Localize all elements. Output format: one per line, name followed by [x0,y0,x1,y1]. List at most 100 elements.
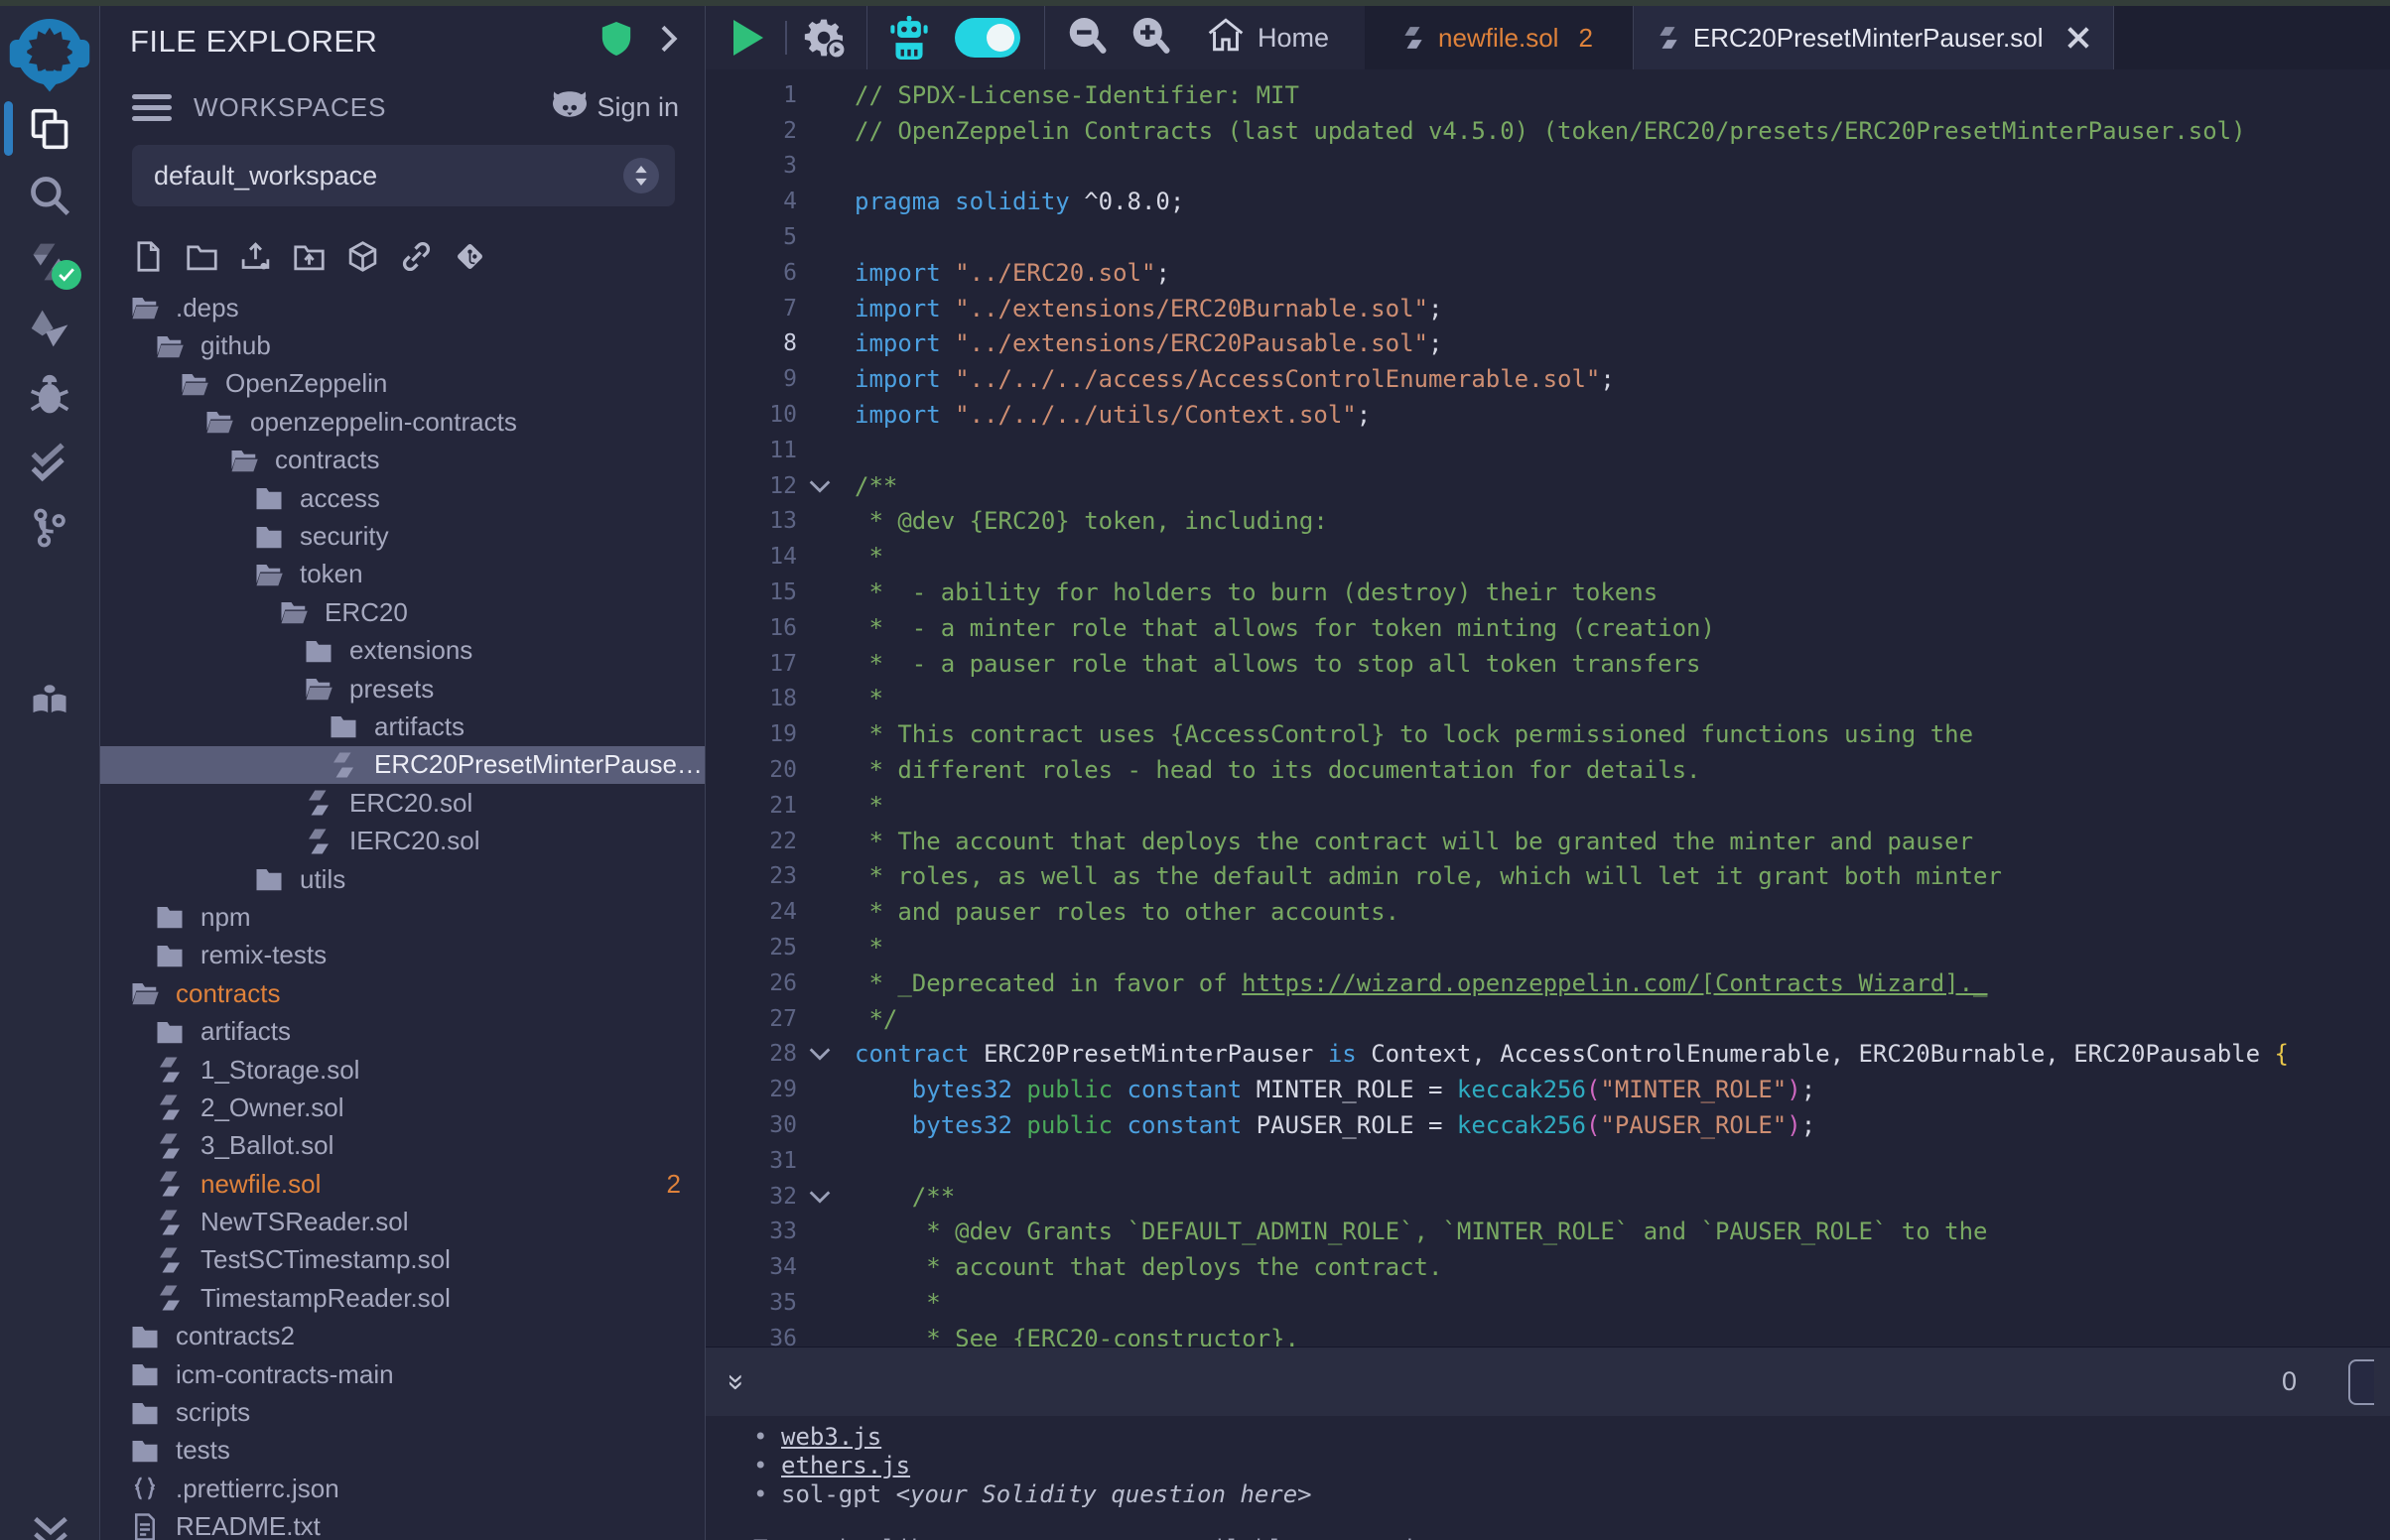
tree-folder-access[interactable]: access [100,479,705,517]
fold-chevron-icon[interactable] [797,479,843,493]
fold-chevron-icon[interactable] [797,1047,843,1061]
code-line-10[interactable]: 10 import "../../../utils/Context.sol"; [706,397,2390,433]
tree-folder-presets[interactable]: presets [100,670,705,707]
tree-folder-remix-tests[interactable]: remix-tests [100,937,705,974]
ai-copilot-robot-icon[interactable] [877,6,941,69]
tree-folder-openzeppelin-contracts[interactable]: openzeppelin-contracts [100,403,705,441]
tree-file-ERC20PresetMinterPauser...[interactable]: ERC20PresetMinterPauser... [100,746,705,784]
tree-folder-contracts[interactable]: contracts [100,974,705,1012]
terminal-expand-icon[interactable]: » [720,1365,753,1399]
terminal-link[interactable]: ethers.js [781,1452,910,1479]
code-line-25[interactable]: 25 * [706,930,2390,965]
tree-folder-artifacts[interactable]: artifacts [100,1012,705,1050]
link-icon[interactable] [400,240,433,273]
code-line-12[interactable]: 12 /** [706,468,2390,504]
script-config-icon[interactable] [793,6,857,69]
tree-folder-OpenZeppelin[interactable]: OpenZeppelin [100,365,705,403]
zoom-in-icon[interactable] [1119,6,1182,69]
new-folder-icon[interactable] [186,240,218,273]
tree-folder-tests[interactable]: tests [100,1432,705,1470]
code-line-13[interactable]: 13 * @dev {ERC20} token, including: [706,504,2390,540]
code-line-8[interactable]: 8 import "../extensions/ERC20Pausable.so… [706,326,2390,362]
code-line-27[interactable]: 27 */ [706,1001,2390,1037]
git-diamond-icon[interactable] [454,240,486,273]
tree-folder-npm[interactable]: npm [100,898,705,936]
tab-home[interactable]: Home [1182,18,1355,59]
fold-chevron-icon[interactable] [797,1190,843,1204]
code-line-4[interactable]: 4 pragma solidity ^0.8.0; [706,184,2390,219]
tree-file-1_Storage.sol[interactable]: 1_Storage.sol [100,1051,705,1089]
code-line-19[interactable]: 19 * This contract uses {AccessControl} … [706,716,2390,752]
code-line-26[interactable]: 26 * _Deprecated in favor of https://wiz… [706,965,2390,1001]
tree-folder-github[interactable]: github [100,326,705,364]
ai-copilot-toggle[interactable] [955,18,1020,58]
code-line-23[interactable]: 23 * roles, as well as the default admin… [706,859,2390,895]
code-line-16[interactable]: 16 * - a minter role that allows for tok… [706,610,2390,646]
tree-file-README.txt[interactable]: README.txt [100,1508,705,1540]
tree-folder-utils[interactable]: utils [100,860,705,898]
chevron-right-icon[interactable] [657,24,679,59]
code-line-24[interactable]: 24 * and pauser roles to other accounts. [706,894,2390,930]
tree-folder-icm-contracts-main[interactable]: icm-contracts-main [100,1355,705,1393]
tree-folder-scripts[interactable]: scripts [100,1393,705,1431]
code-line-29[interactable]: 29 bytes32 public constant MINTER_ROLE =… [706,1072,2390,1107]
rail-deploy-run[interactable] [0,295,100,361]
terminal-link[interactable]: web3.js [781,1423,881,1451]
tree-folder-contracts[interactable]: contracts [100,442,705,479]
code-line-3[interactable]: 3 [706,149,2390,185]
rail-git[interactable] [0,494,100,561]
tree-file-newfile.sol[interactable]: newfile.sol2 [100,1165,705,1203]
tree-file-3_Ballot.sol[interactable]: 3_Ballot.sol [100,1127,705,1165]
terminal-search-input[interactable] [2348,1359,2374,1405]
code-line-28[interactable]: 28 contract ERC20PresetMinterPauser is C… [706,1037,2390,1073]
workspace-select[interactable]: default_workspace [132,145,675,206]
code-line-6[interactable]: 6 import "../ERC20.sol"; [706,255,2390,291]
code-line-9[interactable]: 9 import "../../../access/AccessControlE… [706,361,2390,397]
tree-file-IERC20.sol[interactable]: IERC20.sol [100,822,705,859]
tree-file-NewTSReader.sol[interactable]: NewTSReader.sol [100,1203,705,1240]
code-line-32[interactable]: 32 /** [706,1179,2390,1215]
tree-folder-artifacts[interactable]: artifacts [100,707,705,745]
code-line-33[interactable]: 33 * @dev Grants `DEFAULT_ADMIN_ROLE`, `… [706,1215,2390,1250]
tree-folder-token[interactable]: token [100,556,705,593]
tree-file-ERC20.sol[interactable]: ERC20.sol [100,784,705,822]
code-line-14[interactable]: 14 * [706,539,2390,575]
tree-folder-ERC20[interactable]: ERC20 [100,593,705,631]
cube-icon[interactable] [346,240,379,273]
run-script-button[interactable] [716,6,779,69]
rail-learneth[interactable] [0,670,100,736]
code-line-17[interactable]: 17 * - a pauser role that allows to stop… [706,646,2390,682]
code-line-34[interactable]: 34 * account that deploys the contract. [706,1249,2390,1285]
tree-file-.prettierrc.json[interactable]: .prettierrc.json [100,1470,705,1507]
rail-unit-testing[interactable] [0,428,100,494]
code-editor[interactable]: 1 // SPDX-License-Identifier: MIT 2 // O… [706,69,2390,1347]
tab-ERC20PresetMinterPauser.sol[interactable]: ERC20PresetMinterPauser.sol [1633,6,2114,69]
rail-search[interactable] [0,162,100,228]
code-line-35[interactable]: 35 * [706,1285,2390,1321]
tree-file-TimestampReader.sol[interactable]: TimestampReader.sol [100,1279,705,1317]
upload-file-icon[interactable] [239,240,272,273]
code-line-5[interactable]: 5 [706,219,2390,255]
plugin-manager-icon[interactable] [0,1514,100,1540]
code-line-11[interactable]: 11 [706,433,2390,468]
code-line-31[interactable]: 31 [706,1143,2390,1179]
code-line-22[interactable]: 22 * The account that deploys the contra… [706,824,2390,859]
code-line-15[interactable]: 15 * - ability for holders to burn (dest… [706,575,2390,610]
workspaces-menu-icon[interactable] [132,88,172,127]
upload-folder-icon[interactable] [293,240,326,273]
code-line-30[interactable]: 30 bytes32 public constant PAUSER_ROLE =… [706,1107,2390,1143]
code-line-1[interactable]: 1 // SPDX-License-Identifier: MIT [706,77,2390,113]
tab-close-icon[interactable] [2065,25,2091,51]
code-line-7[interactable]: 7 import "../extensions/ERC20Burnable.so… [706,291,2390,326]
zoom-out-icon[interactable] [1055,6,1119,69]
rail-debugger[interactable] [0,361,100,428]
code-line-18[interactable]: 18 * [706,682,2390,717]
tree-folder-extensions[interactable]: extensions [100,632,705,670]
tree-folder-.deps[interactable]: .deps [100,289,705,326]
tree-folder-security[interactable]: security [100,517,705,555]
rail-solidity-compiler[interactable] [0,228,100,295]
code-line-20[interactable]: 20 * different roles - head to its docum… [706,752,2390,788]
github-sign-in[interactable]: Sign in [553,89,679,126]
tab-newfile.sol[interactable]: newfile.sol2 [1379,6,1615,69]
tree-file-TestSCTimestamp.sol[interactable]: TestSCTimestamp.sol [100,1241,705,1279]
